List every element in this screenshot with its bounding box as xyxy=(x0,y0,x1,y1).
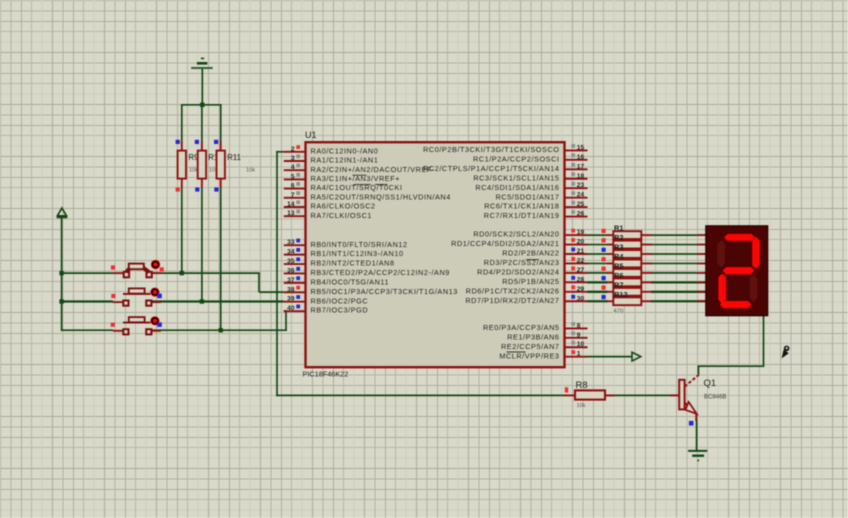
svg-text:R1: R1 xyxy=(614,224,623,233)
svg-text:RD7/P1D/RX2/DT2/AN27: RD7/P1D/RX2/DT2/AN27 xyxy=(465,296,559,305)
svg-text:RC4/SDI1/SDA1/AN16: RC4/SDI1/SDA1/AN16 xyxy=(475,183,559,192)
svg-text:RC2/CTPLS/P1A/CCP1/T5CKI/AN14: RC2/CTPLS/P1A/CCP1/T5CKI/AN14 xyxy=(423,164,559,173)
svg-text:RE1/P3B/AN6: RE1/P3B/AN6 xyxy=(507,332,559,341)
svg-text:37: 37 xyxy=(287,277,295,284)
svg-text:RD4/P2D/SDO2/AN24: RD4/P2D/SDO2/AN24 xyxy=(477,268,559,277)
svg-text:RC0/P2B/T3CKI/T3G/T1CKI/SOSCO: RC0/P2B/T3CKI/T3G/T1CKI/SOSCO xyxy=(423,145,559,154)
svg-text:RB5/IOC1/P3A/CCP3/T3CKI/T1G/AN: RB5/IOC1/P3A/CCP3/T3CKI/T1G/AN13 xyxy=(311,287,458,296)
svg-text:29: 29 xyxy=(577,286,585,293)
svg-text:U1: U1 xyxy=(305,130,317,140)
svg-text:18: 18 xyxy=(577,173,585,180)
svg-text:RE2/CCP5/AN7: RE2/CCP5/AN7 xyxy=(501,342,560,351)
svg-text:RC6/TX1/CK1/AN18: RC6/TX1/CK1/AN18 xyxy=(484,202,559,211)
svg-text:RC3/SCK1/SCL1/AN15: RC3/SCK1/SCL1/AN15 xyxy=(473,173,559,182)
svg-text:3: 3 xyxy=(291,155,295,162)
svg-text:RC1/P2A/CCP2/SOSCI: RC1/P2A/CCP2/SOSCI xyxy=(473,154,560,163)
svg-text:38: 38 xyxy=(287,286,295,293)
svg-text:R4: R4 xyxy=(614,252,624,261)
svg-text:Q1: Q1 xyxy=(704,378,717,389)
svg-text:6: 6 xyxy=(291,183,295,190)
svg-text:RB7/IOC3/PGD: RB7/IOC3/PGD xyxy=(311,306,369,315)
svg-text:RB6/IOC2/PGC: RB6/IOC2/PGC xyxy=(311,296,369,305)
svg-text:RB4/IOC0/T5G/AN11: RB4/IOC0/T5G/AN11 xyxy=(311,277,390,286)
svg-text:14: 14 xyxy=(287,201,295,208)
svg-text:470: 470 xyxy=(614,309,624,315)
svg-text:RD3/P2C/SS2/AN23: RD3/P2C/SS2/AN23 xyxy=(484,258,560,267)
svg-text:R12: R12 xyxy=(614,290,628,299)
svg-text:MCLR/VPP/RE3: MCLR/VPP/RE3 xyxy=(499,351,559,360)
svg-text:RB0/INT0/FLT0/SRI/AN12: RB0/INT0/FLT0/SRI/AN12 xyxy=(311,240,408,249)
svg-text:R3: R3 xyxy=(614,243,623,252)
svg-text:RD2/P2B/AN22: RD2/P2B/AN22 xyxy=(502,249,559,258)
svg-text:R8: R8 xyxy=(576,380,588,391)
svg-text:33: 33 xyxy=(287,239,295,246)
svg-text:R7: R7 xyxy=(614,280,623,289)
svg-text:17: 17 xyxy=(577,163,585,170)
svg-text:22: 22 xyxy=(577,257,585,264)
svg-text:40: 40 xyxy=(287,305,295,312)
svg-text:RC5/SDO1/AN17: RC5/SDO1/AN17 xyxy=(496,192,560,201)
svg-text:13: 13 xyxy=(287,210,295,217)
svg-text:24: 24 xyxy=(577,192,585,199)
svg-text:BC846B: BC846B xyxy=(704,394,726,400)
svg-text:23: 23 xyxy=(577,182,585,189)
svg-text:1: 1 xyxy=(577,351,581,358)
svg-text:27: 27 xyxy=(577,267,585,274)
svg-text:RE0/P3A/CCP3/AN5: RE0/P3A/CCP3/AN5 xyxy=(483,323,560,332)
svg-text:RC7/RX1/DT1/AN19: RC7/RX1/DT1/AN19 xyxy=(484,211,560,220)
svg-text:4: 4 xyxy=(291,164,295,171)
svg-text:19: 19 xyxy=(577,229,585,236)
svg-text:RA1/C12IN1-/AN1: RA1/C12IN1-/AN1 xyxy=(311,156,379,165)
svg-text:RB1/INT1/C12IN3-/AN10: RB1/INT1/C12IN3-/AN10 xyxy=(311,249,404,258)
svg-text:R2: R2 xyxy=(614,233,623,242)
svg-text:R6: R6 xyxy=(614,271,623,280)
svg-text:RA7/CLKI/OSC1: RA7/CLKI/OSC1 xyxy=(311,211,373,220)
svg-text:10: 10 xyxy=(577,341,585,348)
svg-text:RA6/CLKO/OSC2: RA6/CLKO/OSC2 xyxy=(311,202,376,211)
svg-text:RD6/P1C/TX2/CK2/AN26: RD6/P1C/TX2/CK2/AN26 xyxy=(466,286,560,295)
svg-text:34: 34 xyxy=(287,249,295,256)
svg-text:36: 36 xyxy=(287,267,295,274)
svg-text:30: 30 xyxy=(577,295,585,302)
svg-text:RA0/C12IN0-/AN0: RA0/C12IN0-/AN0 xyxy=(311,146,379,155)
svg-text:RD5/P1B/AN25: RD5/P1B/AN25 xyxy=(502,277,559,286)
svg-text:10k: 10k xyxy=(246,168,255,174)
svg-text:25: 25 xyxy=(577,201,585,208)
svg-text:5: 5 xyxy=(291,173,295,180)
svg-text:21: 21 xyxy=(577,248,585,255)
svg-text:35: 35 xyxy=(287,258,295,265)
svg-text:2: 2 xyxy=(291,146,295,153)
svg-text:RA5/C2OUT/SRNQ/SS1/HLVDIN/AN4: RA5/C2OUT/SRNQ/SS1/HLVDIN/AN4 xyxy=(311,192,451,201)
svg-text:RB3/CTED2/P2A/CCP2/C12IN2-/AN9: RB3/CTED2/P2A/CCP2/C12IN2-/AN9 xyxy=(311,268,450,277)
svg-text:15: 15 xyxy=(577,144,585,151)
svg-text:28: 28 xyxy=(577,276,585,283)
svg-text:RB2/INT2/CTED1/AN8: RB2/INT2/CTED1/AN8 xyxy=(311,259,395,268)
svg-text:RD1/CCP4/SDI2/SDA2/AN21: RD1/CCP4/SDI2/SDA2/AN21 xyxy=(451,239,559,248)
svg-text:RA2/C2IN+/AN2/DACOUT/VREF-: RA2/C2IN+/AN2/DACOUT/VREF- xyxy=(311,165,435,174)
svg-text:R5: R5 xyxy=(614,262,623,271)
svg-text:10k: 10k xyxy=(577,403,586,409)
svg-text:8: 8 xyxy=(577,322,581,329)
svg-text:R11: R11 xyxy=(227,153,241,162)
svg-text:PIC18F46K22: PIC18F46K22 xyxy=(303,369,349,378)
svg-text:RD0/SCK2/SCL2/AN20: RD0/SCK2/SCL2/AN20 xyxy=(473,230,559,239)
svg-text:39: 39 xyxy=(287,296,295,303)
svg-text:20: 20 xyxy=(577,239,585,246)
svg-text:9: 9 xyxy=(577,332,581,339)
svg-text:7: 7 xyxy=(291,192,295,199)
svg-text:16: 16 xyxy=(577,154,585,161)
svg-text:26: 26 xyxy=(577,211,585,218)
